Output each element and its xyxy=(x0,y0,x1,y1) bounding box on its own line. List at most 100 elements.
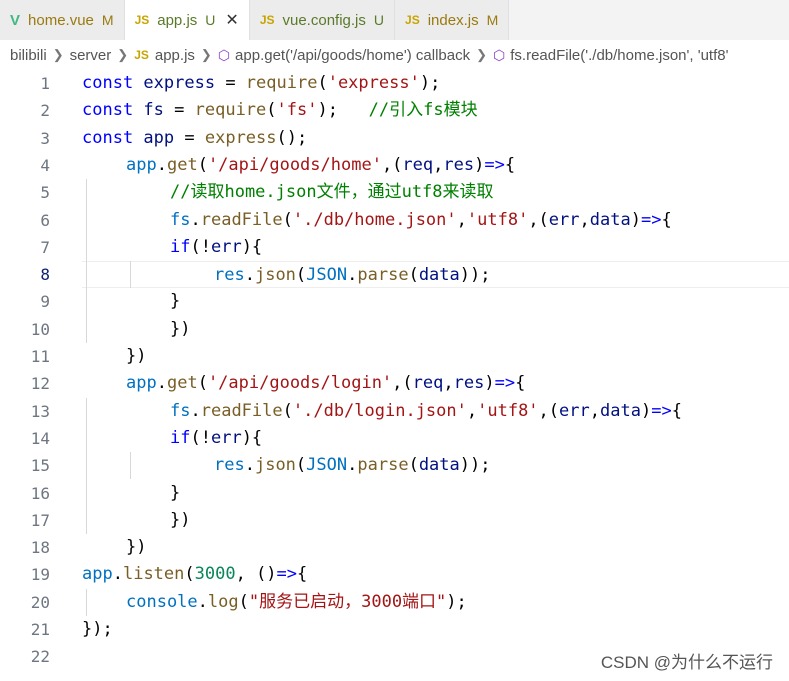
chevron-right-icon: ❯ xyxy=(52,47,64,62)
code-token: ( xyxy=(317,73,328,93)
code-token: , xyxy=(443,373,454,394)
code-token: res xyxy=(453,373,485,394)
breadcrumb-symbol[interactable]: app.get('/api/goods/home') callback xyxy=(235,47,470,64)
code-line[interactable]: 3 const app = express(); xyxy=(0,125,789,152)
chevron-right-icon: ❯ xyxy=(476,47,487,62)
line-number: 6 xyxy=(40,210,50,230)
code-text: app.listen(3000, ()=>{ xyxy=(82,561,789,588)
code-token: const xyxy=(82,100,144,121)
code-line[interactable]: 2 const fs = require('fs'); //引入fs模块 xyxy=(0,97,789,124)
code-token: )); xyxy=(459,455,491,476)
code-token: readFile xyxy=(200,209,283,230)
code-token: { xyxy=(515,373,526,394)
code-token: , xyxy=(456,209,467,230)
code-token: ) xyxy=(474,154,485,175)
code-token: ( xyxy=(197,373,208,394)
code-line[interactable]: 11}) xyxy=(0,343,789,370)
code-token: ); xyxy=(317,100,369,121)
code-token: { xyxy=(671,400,682,421)
code-text: } xyxy=(82,480,789,507)
code-token: "服务已启动，3000端口" xyxy=(248,591,447,612)
code-token: ,( xyxy=(538,400,560,421)
code-line[interactable]: 7 if(!err){ xyxy=(0,234,789,261)
method-cube-icon: ⬡ xyxy=(217,46,231,63)
chevron-right-icon: ❯ xyxy=(117,47,129,62)
code-line[interactable]: 5 //读取home.json文件，通过utf8来读取 xyxy=(0,179,789,206)
code-token: app xyxy=(126,373,157,394)
code-text: fs.readFile('./db/home.json','utf8',(err… xyxy=(82,207,789,234)
code-token: //引入fs模块 xyxy=(368,100,478,121)
code-token: err xyxy=(210,427,242,448)
code-line[interactable]: 18}) xyxy=(0,534,789,561)
tab-app-js[interactable]: JS app.js U ✕ xyxy=(124,0,250,40)
code-token: json xyxy=(254,455,296,476)
code-token: ( xyxy=(184,564,195,585)
tab-vue-config-js[interactable]: JS vue.config.js U xyxy=(249,0,396,40)
code-line[interactable]: 17}) xyxy=(0,507,789,534)
code-token: { xyxy=(661,209,672,230)
code-token: const xyxy=(82,127,144,148)
code-token: 'express' xyxy=(327,73,420,93)
line-number: 3 xyxy=(40,128,50,148)
tab-index-js[interactable]: JS index.js M xyxy=(395,0,510,40)
breadcrumb-folder[interactable]: server xyxy=(70,47,112,64)
code-token: ( xyxy=(408,265,419,286)
code-token: express xyxy=(143,73,216,93)
code-token: data xyxy=(589,209,631,230)
breadcrumb-root[interactable]: bilibili xyxy=(10,47,47,64)
code-token: ){ xyxy=(241,236,263,257)
code-line[interactable]: 19 app.listen(3000, ()=>{ xyxy=(0,561,789,588)
code-token: ( xyxy=(282,400,293,421)
tab-label: home.vue xyxy=(28,11,94,29)
code-text: }) xyxy=(82,343,789,370)
code-line[interactable]: 20 console.log("服务已启动，3000端口"); xyxy=(0,589,789,616)
code-line[interactable]: 16} xyxy=(0,480,789,507)
line-number: 2 xyxy=(40,101,50,121)
code-token: (); xyxy=(276,127,308,148)
breadcrumb-symbol[interactable]: fs.readFile('./db/home.json', 'utf8' xyxy=(510,47,728,64)
code-token: (! xyxy=(190,236,211,257)
line-number: 21 xyxy=(30,620,50,639)
code-line[interactable]: 21}); xyxy=(0,616,789,643)
editor-tab-bar: V home.vue M JS app.js U ✕ JS vue.config… xyxy=(0,0,789,40)
code-token: fs xyxy=(143,100,164,121)
code-text: }) xyxy=(82,507,789,534)
close-icon[interactable]: ✕ xyxy=(225,10,238,30)
code-text: }); xyxy=(82,616,789,643)
code-line[interactable]: 10}) xyxy=(0,316,789,343)
code-token: ( xyxy=(197,154,208,175)
code-token: ,( xyxy=(381,154,403,175)
code-token: if xyxy=(170,427,191,448)
code-token: err xyxy=(210,236,242,257)
code-line[interactable]: 6 fs.readFile('./db/home.json','utf8',(er… xyxy=(0,207,789,234)
code-token: } xyxy=(170,482,181,503)
code-token: { xyxy=(504,154,516,175)
code-token: './db/home.json' xyxy=(292,209,457,230)
code-token: req xyxy=(412,373,444,394)
code-line[interactable]: 15 res.json(JSON.parse(data)); xyxy=(0,452,789,479)
code-editor[interactable]: 1 const express = require('express'); 2 con… xyxy=(0,70,789,681)
code-token: get xyxy=(166,154,198,175)
code-line[interactable]: 8 res.json(JSON.parse(data)); xyxy=(0,261,789,289)
line-number: 4 xyxy=(40,155,50,175)
code-line[interactable]: 13 fs.readFile('./db/login.json','utf8',(… xyxy=(0,398,789,425)
code-token: '/api/goods/home' xyxy=(207,154,382,175)
code-token: 3000 xyxy=(194,564,236,585)
line-number: 18 xyxy=(30,538,50,558)
code-token: '/api/goods/login' xyxy=(207,373,393,394)
code-token: = xyxy=(215,73,246,93)
code-line[interactable]: 4 app.get('/api/goods/home',(req,res)=>{ xyxy=(0,152,789,179)
line-number: 20 xyxy=(30,592,50,612)
code-token: if xyxy=(170,236,191,257)
code-token: data xyxy=(600,400,641,421)
code-line[interactable]: 1 const express = require('express'); xyxy=(0,70,789,97)
code-text: const fs = require('fs'); //引入fs模块 xyxy=(82,97,789,124)
code-line[interactable]: 12 app.get('/api/goods/login',(req,res)=>… xyxy=(0,370,789,397)
code-line[interactable]: 9} xyxy=(0,288,789,315)
code-token: . xyxy=(244,455,255,476)
js-file-icon: JS xyxy=(134,13,150,27)
breadcrumb-file[interactable]: app.js xyxy=(155,47,195,64)
line-number: 8 xyxy=(40,265,50,285)
tab-home-vue[interactable]: V home.vue M xyxy=(0,0,125,40)
code-line[interactable]: 14 if(!err){ xyxy=(0,425,789,452)
